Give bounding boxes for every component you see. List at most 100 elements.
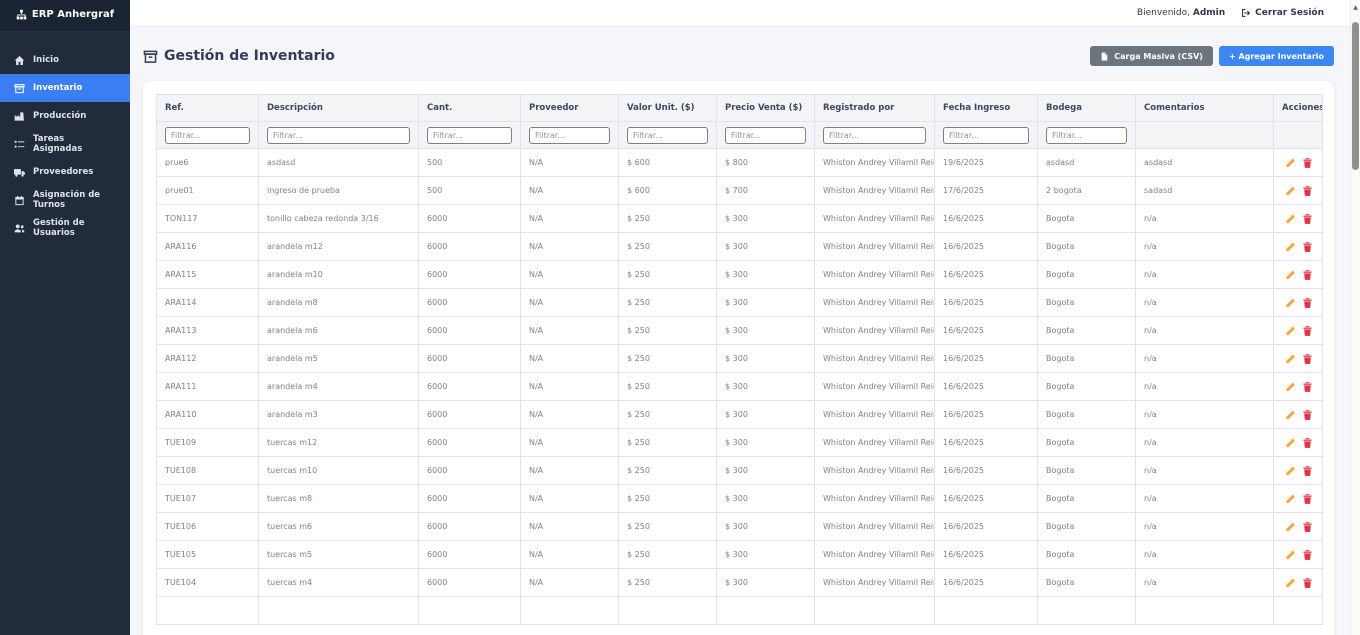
filter-input-cant[interactable]: [427, 127, 512, 144]
cell-empty: [1136, 597, 1274, 625]
add-inventory-button[interactable]: + Agregar Inventario: [1219, 46, 1334, 66]
cell-registrado_por: Whiston Andrey Villamil Reina: [815, 289, 935, 317]
cell-bodega: Bogota: [1038, 485, 1136, 513]
cell-comentarios: n/a: [1136, 261, 1274, 289]
delete-button[interactable]: [1302, 213, 1313, 225]
table-row: ARA113arandela m66000N/A$ 250$ 300Whisto…: [157, 317, 1323, 345]
logout-button[interactable]: Cerrar Sesión: [1241, 8, 1324, 18]
delete-button[interactable]: [1302, 465, 1313, 477]
sidebar-item-inventario[interactable]: Inventario: [0, 74, 130, 102]
edit-button[interactable]: [1285, 465, 1296, 477]
cell-valor_unit: $ 250: [619, 429, 717, 457]
filter-cell-comentarios: [1136, 122, 1274, 149]
cell-bodega: asdasd: [1038, 149, 1136, 177]
page-scrollbar[interactable]: ▲: [1350, 0, 1360, 635]
cell-comentarios: n/a: [1136, 513, 1274, 541]
edit-button[interactable]: [1285, 185, 1296, 197]
edit-button[interactable]: [1285, 325, 1296, 337]
delete-button[interactable]: [1302, 297, 1313, 309]
sidebar-item-produccion[interactable]: Producción: [0, 102, 130, 130]
cell-proveedor: N/A: [521, 429, 619, 457]
cell-valor_unit: $ 250: [619, 289, 717, 317]
sidebar-item-label: Gestión de Usuarios: [33, 218, 116, 238]
cell-registrado_por: Whiston Andrey Villamil Reina: [815, 401, 935, 429]
delete-button[interactable]: [1302, 353, 1313, 365]
delete-button[interactable]: [1302, 577, 1313, 589]
cell-precio_venta: $ 700: [717, 177, 815, 205]
cell-descripcion: arandela m10: [259, 261, 419, 289]
pencil-icon: [1285, 465, 1296, 477]
sidebar-item-tareas-asignadas[interactable]: Tareas Asignadas: [0, 130, 130, 158]
edit-button[interactable]: [1285, 353, 1296, 365]
sidebar-item-proveedores[interactable]: Proveedores: [0, 158, 130, 186]
cell-valor_unit: $ 250: [619, 233, 717, 261]
filter-input-proveedor[interactable]: [529, 127, 610, 144]
filter-input-descripcion[interactable]: [267, 127, 410, 144]
delete-button[interactable]: [1302, 241, 1313, 253]
delete-button[interactable]: [1302, 409, 1313, 421]
trash-icon: [1302, 493, 1313, 505]
scrollbar-thumb[interactable]: [1352, 22, 1359, 170]
cell-cant: 6000: [419, 457, 521, 485]
sidebar-item-asignacion-de-turnos[interactable]: Asignación de Turnos: [0, 186, 130, 214]
filter-input-registrado_por[interactable]: [823, 127, 926, 144]
inventory-card: Ref.DescripciónCant.ProveedorValor Unit.…: [143, 81, 1334, 635]
pencil-icon: [1285, 185, 1296, 197]
cell-ref: prue01: [157, 177, 259, 205]
delete-button[interactable]: [1302, 549, 1313, 561]
cell-empty: [521, 597, 619, 625]
column-header-descripcion: Descripción: [259, 95, 419, 122]
edit-button[interactable]: [1285, 437, 1296, 449]
cell-fecha_ingreso: 16/6/2025: [935, 485, 1038, 513]
delete-button[interactable]: [1302, 157, 1313, 169]
delete-button[interactable]: [1302, 325, 1313, 337]
delete-button[interactable]: [1302, 269, 1313, 281]
cell-registrado_por: Whiston Andrey Villamil Reina: [815, 317, 935, 345]
delete-button[interactable]: [1302, 185, 1313, 197]
actions-cell: [1274, 429, 1323, 457]
edit-button[interactable]: [1285, 213, 1296, 225]
cell-descripcion: tuercas m5: [259, 541, 419, 569]
edit-button[interactable]: [1285, 381, 1296, 393]
actions-cell: [1274, 149, 1323, 177]
cell-fecha_ingreso: 16/6/2025: [935, 569, 1038, 597]
trash-icon: [1302, 381, 1313, 393]
filter-cell-proveedor: [521, 122, 619, 149]
filter-input-precio_venta[interactable]: [725, 127, 806, 144]
delete-button[interactable]: [1302, 521, 1313, 533]
username: Admin: [1193, 8, 1225, 18]
edit-button[interactable]: [1285, 241, 1296, 253]
cell-cant: 6000: [419, 485, 521, 513]
edit-button[interactable]: [1285, 577, 1296, 589]
cell-fecha_ingreso: 16/6/2025: [935, 345, 1038, 373]
cell-fecha_ingreso: 16/6/2025: [935, 205, 1038, 233]
bulk-upload-csv-button[interactable]: Carga Masiva (CSV): [1090, 46, 1213, 66]
cell-empty: [1038, 597, 1136, 625]
edit-button[interactable]: [1285, 409, 1296, 421]
actions-cell: [1274, 513, 1323, 541]
edit-button[interactable]: [1285, 157, 1296, 169]
sidebar-item-inicio[interactable]: Inicio: [0, 46, 130, 74]
delete-button[interactable]: [1302, 493, 1313, 505]
scrollbar-up-arrow[interactable]: ▲: [1351, 0, 1360, 14]
edit-button[interactable]: [1285, 269, 1296, 281]
sidebar-item-gestion-de-usuarios[interactable]: Gestión de Usuarios: [0, 214, 130, 242]
cell-valor_unit: $ 600: [619, 177, 717, 205]
cell-comentarios: n/a: [1136, 485, 1274, 513]
delete-button[interactable]: [1302, 437, 1313, 449]
actions-cell: [1274, 457, 1323, 485]
edit-button[interactable]: [1285, 521, 1296, 533]
filter-input-valor_unit[interactable]: [627, 127, 708, 144]
edit-button[interactable]: [1285, 297, 1296, 309]
cell-registrado_por: Whiston Andrey Villamil Reina: [815, 513, 935, 541]
cell-cant: 6000: [419, 401, 521, 429]
edit-button[interactable]: [1285, 493, 1296, 505]
filter-input-bodega[interactable]: [1046, 127, 1127, 144]
cell-registrado_por: Whiston Andrey Villamil Reina: [815, 541, 935, 569]
cell-precio_venta: $ 300: [717, 345, 815, 373]
filter-input-ref[interactable]: [165, 127, 250, 144]
filter-input-fecha_ingreso[interactable]: [943, 127, 1029, 144]
edit-button[interactable]: [1285, 549, 1296, 561]
welcome-text: Bienvenido, Admin: [1137, 8, 1225, 18]
delete-button[interactable]: [1302, 381, 1313, 393]
